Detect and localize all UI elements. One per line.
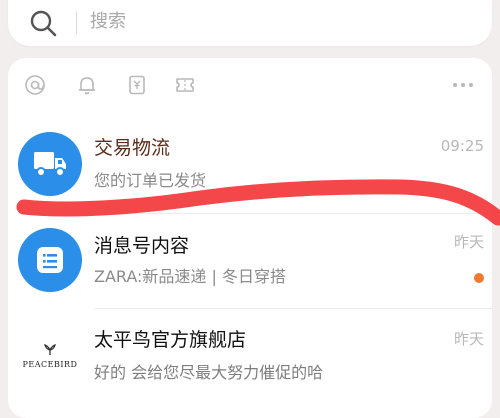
- ticket-icon[interactable]: [174, 74, 196, 96]
- conversation-row-subscriptions[interactable]: 消息号内容 ZARA:新品速递 | 冬日穿搭 昨天: [8, 218, 492, 318]
- row-divider: [94, 213, 492, 214]
- conversation-time: 昨天: [453, 330, 484, 348]
- conversation-title: 消息号内容: [94, 235, 190, 257]
- more-icon[interactable]: [450, 74, 476, 96]
- conversation-preview: 您的订单已发货: [94, 171, 207, 190]
- avatar: [18, 228, 82, 292]
- conversation-preview: 好的 会给您尽最大努力催促的哈: [94, 363, 324, 382]
- brand-logo: PEACEBIRD: [18, 326, 82, 390]
- at-icon[interactable]: [24, 74, 46, 96]
- row-divider: [94, 308, 492, 309]
- conversation-row-logistics[interactable]: 交易物流 您的订单已发货 09:25: [8, 118, 492, 218]
- conversation-title: 太平鸟官方旗舰店: [94, 329, 247, 351]
- unread-dot: [474, 273, 484, 283]
- message-icon: [37, 247, 63, 273]
- brand-wordmark: PEACEBIRD: [22, 360, 78, 369]
- conversation-time: 09:25: [440, 137, 484, 155]
- receipt-icon[interactable]: [126, 74, 148, 96]
- conversation-row-peacebird[interactable]: PEACEBIRD 太平鸟官方旗舰店 好的 会给您尽最大努力催促的哈 昨天: [8, 312, 492, 412]
- bell-icon[interactable]: [76, 74, 98, 96]
- search-icon: [30, 10, 57, 37]
- search-input[interactable]: 搜索: [90, 10, 126, 34]
- conversation-preview: ZARA:新品速递 | 冬日穿搭: [94, 267, 286, 286]
- conversation-time: 昨天: [453, 233, 484, 251]
- search-divider: [76, 12, 77, 34]
- truck-icon: [34, 152, 66, 177]
- search-bar[interactable]: 搜索: [8, 0, 492, 46]
- bird-icon: [44, 344, 56, 355]
- conversation-title: 交易物流: [94, 137, 171, 159]
- avatar: [18, 132, 82, 196]
